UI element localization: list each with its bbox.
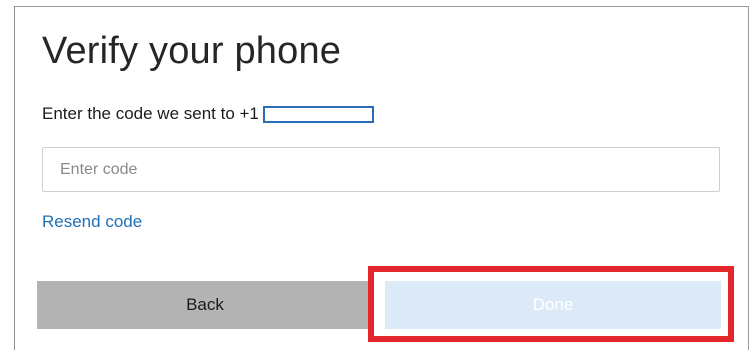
redacted-phone-number	[262, 105, 374, 123]
dialog-frame-right	[748, 6, 749, 350]
done-button[interactable]: Done	[385, 281, 721, 329]
instruction-text: Enter the code we sent to +1	[42, 104, 259, 123]
dialog-frame-left	[14, 6, 15, 350]
resend-code-link[interactable]: Resend code	[42, 212, 142, 232]
page-title: Verify your phone	[42, 30, 342, 72]
instruction-row: Enter the code we sent to +1	[42, 104, 374, 124]
back-button[interactable]: Back	[37, 281, 373, 329]
dialog-frame-top	[14, 6, 749, 7]
code-input[interactable]	[42, 147, 720, 192]
